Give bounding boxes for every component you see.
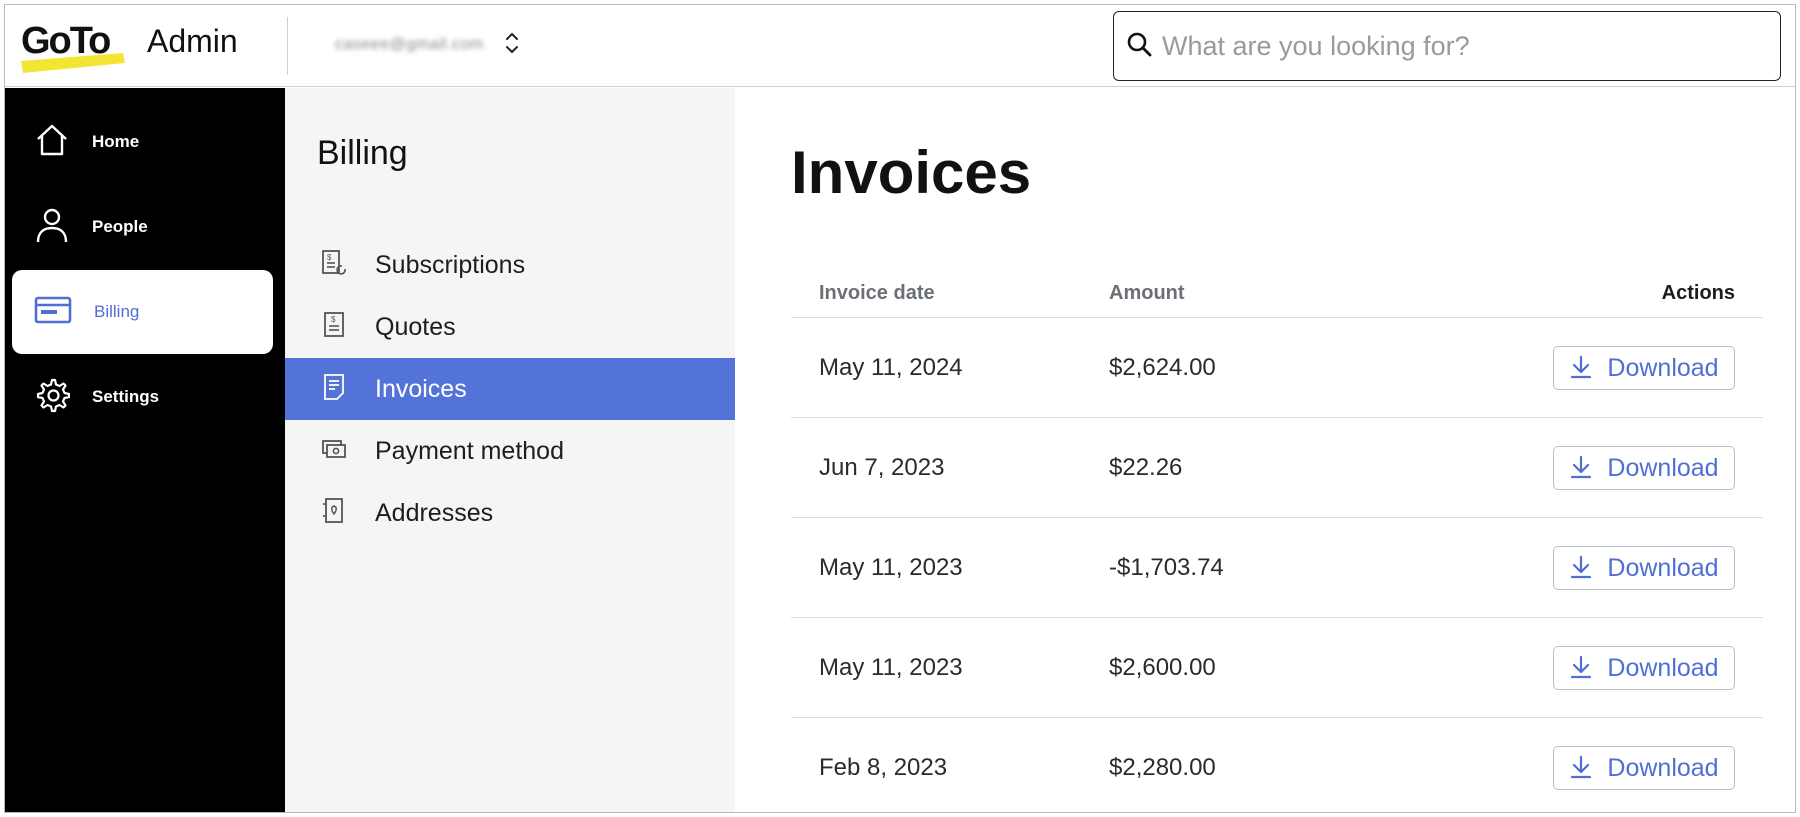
invoices-icon <box>321 373 347 406</box>
logo-text: GoTo <box>21 20 110 62</box>
subnav-item-quotes[interactable]: $ Quotes <box>285 296 735 358</box>
person-icon <box>34 206 70 249</box>
invoice-amount: -$1,703.74 <box>1109 554 1224 581</box>
nav-item-billing[interactable]: Billing <box>12 270 273 354</box>
table-row: May 11, 2024 $2,624.00 Download <box>791 318 1763 418</box>
invoice-date: May 11, 2023 <box>819 654 963 681</box>
nav-label-home: Home <box>92 132 140 151</box>
download-button[interactable]: Download <box>1553 446 1735 490</box>
table-row: Feb 8, 2023 $2,280.00 Download <box>791 718 1763 812</box>
page-title: Invoices <box>791 139 1032 206</box>
svg-text:$: $ <box>331 315 336 324</box>
download-icon <box>1569 354 1593 383</box>
download-label: Download <box>1607 553 1719 582</box>
subscriptions-icon: $ <box>321 249 347 282</box>
top-bar: GoTo Admin caseee@gmail.com <box>5 5 1795 87</box>
download-label: Download <box>1607 353 1719 382</box>
download-icon <box>1569 454 1593 483</box>
gear-icon <box>34 377 71 418</box>
table-row: May 11, 2023 -$1,703.74 Download <box>791 518 1763 618</box>
main-content: Invoices Invoice date Amount Actions May… <box>735 88 1795 812</box>
download-icon <box>1569 654 1593 683</box>
account-name: caseee@gmail.com <box>335 36 484 53</box>
payment-method-icon <box>321 435 347 468</box>
nav-label-settings: Settings <box>92 387 160 406</box>
home-icon <box>34 122 70 163</box>
goto-logo[interactable]: GoTo <box>19 17 127 77</box>
search-icon <box>1126 31 1152 62</box>
divider <box>287 17 288 75</box>
invoice-date: May 11, 2024 <box>819 354 963 381</box>
chevron-up-down-icon <box>504 30 520 61</box>
subnav-item-invoices[interactable]: Invoices <box>285 358 735 420</box>
download-label: Download <box>1607 753 1719 782</box>
account-switcher[interactable]: caseee@gmail.com <box>335 27 520 63</box>
invoice-amount: $2,624.00 <box>1109 354 1216 381</box>
invoice-date: Feb 8, 2023 <box>819 754 948 781</box>
subnav-label-payment-method: Payment method <box>375 436 564 465</box>
download-icon <box>1569 754 1593 783</box>
invoices-table: Invoice date Amount Actions May 11, 2024… <box>791 268 1763 812</box>
billing-card-icon <box>34 295 72 330</box>
invoice-date: Jun 7, 2023 <box>819 454 945 481</box>
nav-item-settings[interactable]: Settings <box>12 355 273 439</box>
invoice-date: May 11, 2023 <box>819 554 963 581</box>
billing-subnav: Billing $ Subscriptions $ Quotes Invoice… <box>285 88 735 812</box>
left-nav: Home People Billing Settings <box>5 88 285 812</box>
subnav-label-invoices: Invoices <box>375 374 467 403</box>
download-label: Download <box>1607 453 1719 482</box>
nav-label-people: People <box>92 217 148 236</box>
table-row: May 11, 2023 $2,600.00 Download <box>791 618 1763 718</box>
column-header-actions: Actions <box>1661 282 1735 304</box>
app-label: Admin <box>147 23 238 59</box>
column-header-invoice-date[interactable]: Invoice date <box>819 282 935 305</box>
addresses-icon <box>321 497 347 530</box>
subnav-item-subscriptions[interactable]: $ Subscriptions <box>285 234 735 296</box>
invoice-amount: $22.26 <box>1109 454 1183 481</box>
subnav-label-subscriptions: Subscriptions <box>375 250 526 279</box>
nav-item-home[interactable]: Home <box>12 100 273 184</box>
table-header: Invoice date Amount Actions <box>791 268 1763 318</box>
quotes-icon: $ <box>321 311 347 344</box>
search-box[interactable] <box>1113 11 1781 81</box>
nav-item-people[interactable]: People <box>12 185 273 269</box>
subnav-label-quotes: Quotes <box>375 312 456 341</box>
invoice-amount: $2,280.00 <box>1109 754 1216 781</box>
download-button[interactable]: Download <box>1553 546 1735 590</box>
svg-text:$: $ <box>327 253 332 262</box>
subnav-item-addresses[interactable]: Addresses <box>285 482 735 544</box>
download-button[interactable]: Download <box>1553 346 1735 390</box>
app-window: GoTo Admin caseee@gmail.com Home <box>4 4 1796 813</box>
subnav-item-payment-method[interactable]: Payment method <box>285 420 735 482</box>
nav-label-billing: Billing <box>94 302 140 321</box>
subnav-label-addresses: Addresses <box>375 498 494 527</box>
download-icon <box>1569 554 1593 583</box>
column-header-amount[interactable]: Amount <box>1109 282 1185 305</box>
invoice-amount: $2,600.00 <box>1109 654 1216 681</box>
download-button[interactable]: Download <box>1553 646 1735 690</box>
search-input[interactable] <box>1162 30 1742 62</box>
download-label: Download <box>1607 653 1719 682</box>
table-row: Jun 7, 2023 $22.26 Download <box>791 418 1763 518</box>
download-button[interactable]: Download <box>1553 746 1735 790</box>
subnav-title: Billing <box>317 134 408 172</box>
